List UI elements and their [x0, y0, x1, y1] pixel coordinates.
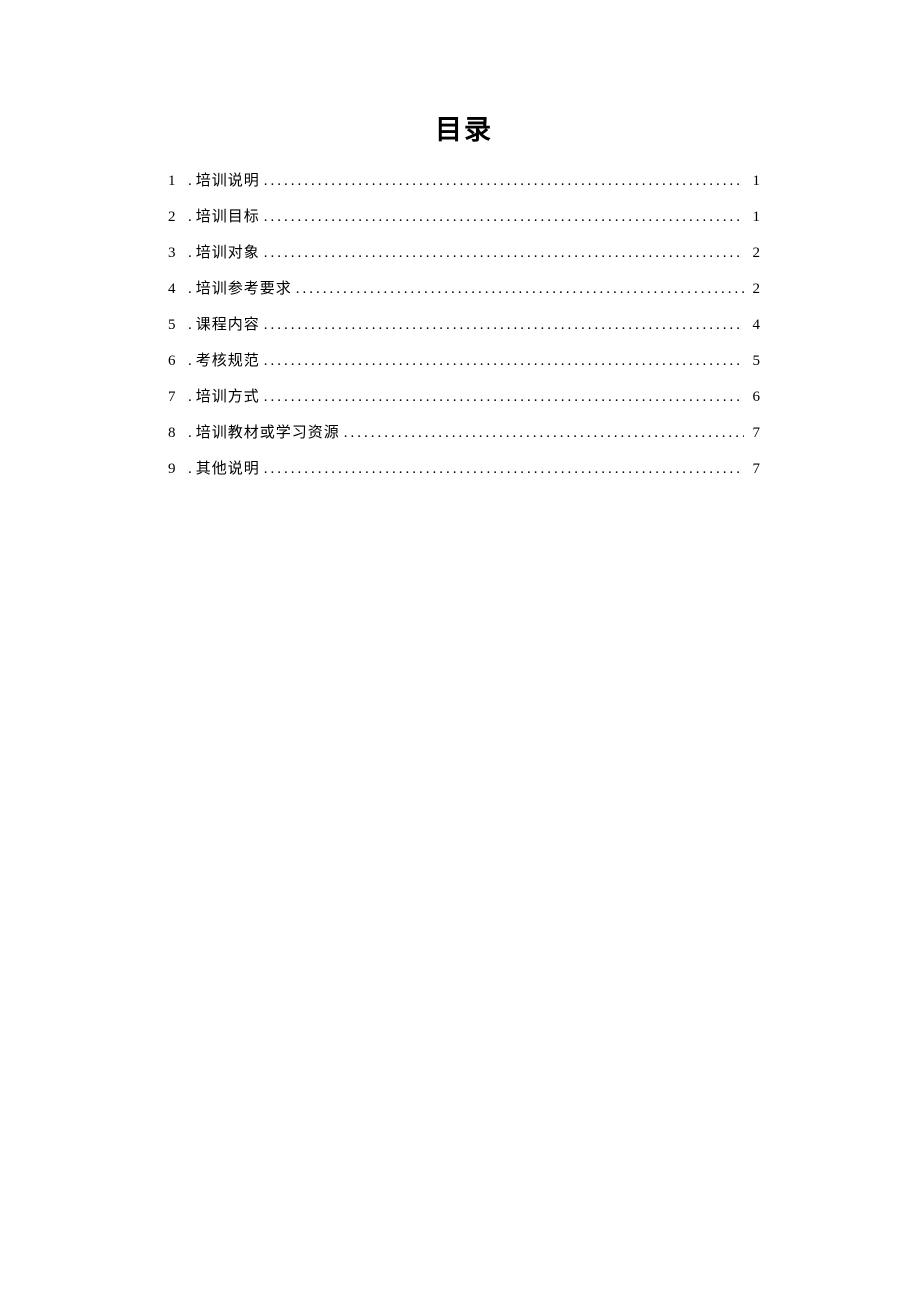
toc-title: 目录 [168, 108, 760, 147]
toc-item-page: 1 [748, 207, 760, 228]
toc-item-sep: . [188, 171, 192, 192]
toc-item-number: 8 [168, 423, 184, 444]
toc-item: 6 . 考核规范 5 [168, 351, 760, 372]
toc-item-sep: . [188, 351, 192, 372]
toc-item-number: 4 [168, 279, 184, 300]
toc-item-dots [344, 423, 744, 444]
toc-item-label: 培训教材或学习资源 [196, 423, 340, 444]
toc-item-number: 5 [168, 315, 184, 336]
toc-item-dots [264, 459, 744, 480]
toc-item-label: 培训方式 [196, 387, 260, 408]
toc-item-sep: . [188, 387, 192, 408]
toc-item: 7 . 培训方式 6 [168, 387, 760, 408]
toc-item: 5 . 课程内容 4 [168, 315, 760, 336]
toc-item-page: 6 [748, 387, 760, 408]
toc-item-label: 培训参考要求 [196, 279, 292, 300]
toc-item-page: 7 [748, 423, 760, 444]
toc-item-label: 考核规范 [196, 351, 260, 372]
toc-list: 1 . 培训说明 1 2 . 培训目标 1 3 . 培训对象 2 4 . 培训参… [168, 171, 760, 480]
toc-item-sep: . [188, 423, 192, 444]
toc-item-label: 其他说明 [196, 459, 260, 480]
toc-item-sep: . [188, 315, 192, 336]
toc-item-dots [296, 279, 744, 300]
toc-item-page: 5 [748, 351, 760, 372]
toc-item: 9 . 其他说明 7 [168, 459, 760, 480]
toc-item-sep: . [188, 279, 192, 300]
toc-item: 2 . 培训目标 1 [168, 207, 760, 228]
toc-item-page: 1 [748, 171, 760, 192]
toc-item-dots [264, 315, 744, 336]
toc-item-label: 培训目标 [196, 207, 260, 228]
toc-item-label: 培训对象 [196, 243, 260, 264]
toc-item-number: 6 [168, 351, 184, 372]
toc-item-number: 3 [168, 243, 184, 264]
toc-item-page: 4 [748, 315, 760, 336]
toc-item-page: 7 [748, 459, 760, 480]
toc-item: 4 . 培训参考要求 2 [168, 279, 760, 300]
toc-item: 8 . 培训教材或学习资源 7 [168, 423, 760, 444]
toc-item-dots [264, 243, 744, 264]
toc-item-label: 课程内容 [196, 315, 260, 336]
toc-item: 3 . 培训对象 2 [168, 243, 760, 264]
toc-item: 1 . 培训说明 1 [168, 171, 760, 192]
toc-item-number: 2 [168, 207, 184, 228]
toc-item-number: 1 [168, 171, 184, 192]
toc-item-dots [264, 171, 744, 192]
toc-item-dots [264, 387, 744, 408]
toc-item-dots [264, 207, 744, 228]
toc-item-number: 9 [168, 459, 184, 480]
document-page: 目录 1 . 培训说明 1 2 . 培训目标 1 3 . 培训对象 2 4 . … [0, 0, 920, 480]
toc-item-sep: . [188, 207, 192, 228]
toc-item-label: 培训说明 [196, 171, 260, 192]
toc-item-sep: . [188, 243, 192, 264]
toc-item-sep: . [188, 459, 192, 480]
toc-item-number: 7 [168, 387, 184, 408]
toc-item-dots [264, 351, 744, 372]
toc-item-page: 2 [748, 279, 760, 300]
toc-item-page: 2 [748, 243, 760, 264]
